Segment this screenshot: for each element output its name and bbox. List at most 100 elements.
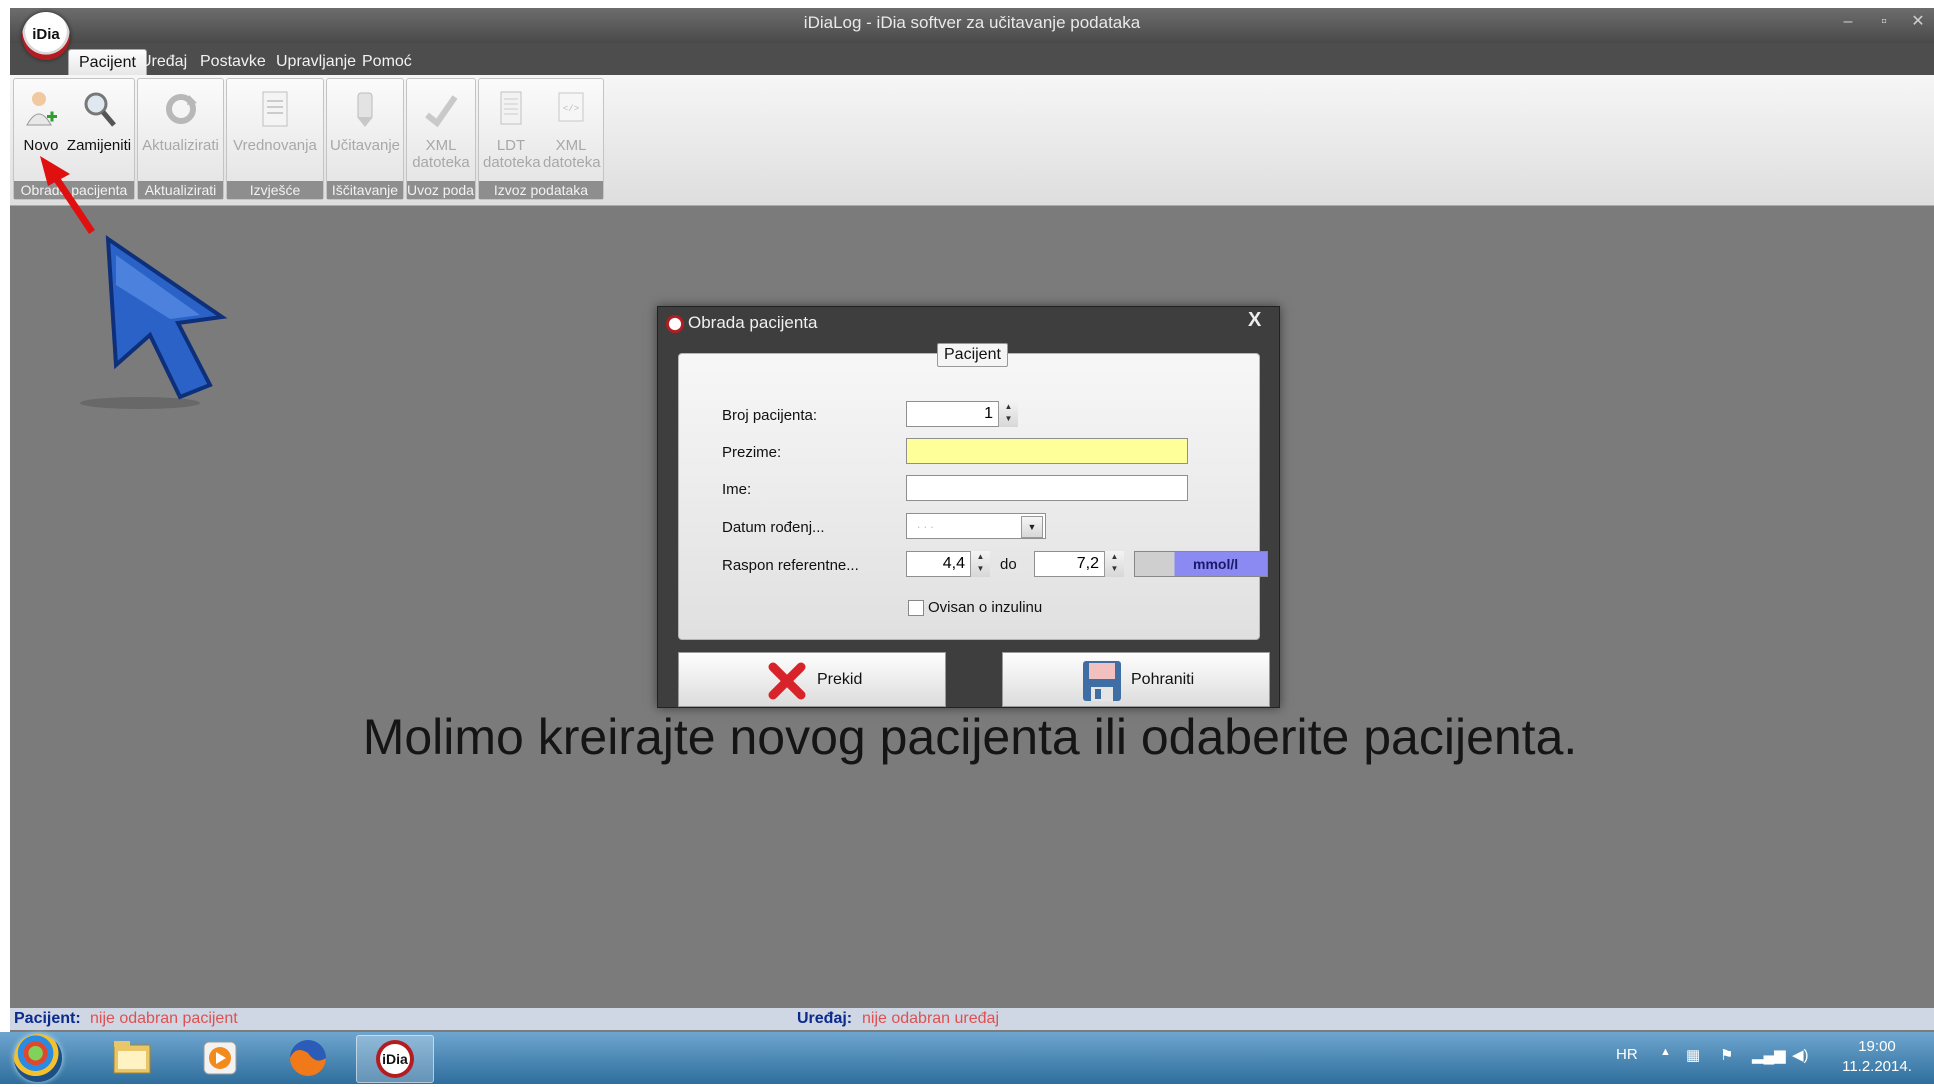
- xml-export-label: XML datoteka: [543, 137, 601, 171]
- cancel-button[interactable]: Prekid: [678, 652, 946, 707]
- replace-patient-button[interactable]: Zamijeniti: [66, 89, 132, 154]
- spin-down-icon[interactable]: ▼: [999, 413, 1018, 425]
- group-label-export: Izvoz podataka: [479, 181, 603, 199]
- evaluation-button[interactable]: Vrednovanja: [227, 89, 323, 154]
- read-button[interactable]: Učitavanje: [327, 89, 403, 154]
- range-from-value: 4,4: [942, 555, 965, 572]
- xml-import-label: XML datoteka: [412, 137, 470, 171]
- status-device-value: nije odabran uređaj: [862, 1010, 999, 1027]
- spin-up-icon[interactable]: ▲: [1105, 551, 1124, 563]
- group-label-read: Iščitavanje: [327, 181, 403, 199]
- show-hidden-icons-icon[interactable]: ▲: [1660, 1046, 1671, 1058]
- close-window-button[interactable]: ✕: [1900, 12, 1934, 34]
- ribbon-group-export: LDT datoteka </> XML datoteka Izvoz poda…: [478, 78, 604, 200]
- patient-number-spin[interactable]: ▲ ▼: [998, 401, 1018, 427]
- taskbar: iDia HR ▲ ▦ ⚑ ▂▄▆ ◀) 19:00 11.2.2014.: [0, 1032, 1934, 1084]
- unit-toggle[interactable]: mmol/l: [1134, 551, 1268, 577]
- red-pointer-arrow-icon: [40, 156, 95, 234]
- language-indicator[interactable]: HR: [1616, 1046, 1638, 1063]
- status-patient-value: nije odabran pacijent: [90, 1010, 238, 1027]
- range-from-spin[interactable]: ▲ ▼: [970, 551, 990, 577]
- report-icon: [262, 91, 288, 127]
- spin-down-icon[interactable]: ▼: [971, 563, 990, 575]
- insulin-checkbox[interactable]: [908, 600, 924, 616]
- name-label: Ime:: [722, 481, 752, 498]
- xml-import-button[interactable]: XML datoteka: [407, 89, 475, 171]
- minimize-button[interactable]: –: [1830, 12, 1866, 34]
- start-orb[interactable]: [14, 1034, 62, 1082]
- idia-app-icon[interactable]: iDia: [356, 1035, 434, 1083]
- ribbon-group-read: Učitavanje Iščitavanje: [326, 78, 404, 200]
- tab-uredaj[interactable]: Uređaj: [130, 49, 197, 75]
- save-button[interactable]: Pohraniti: [1002, 652, 1270, 707]
- ldt-export-button[interactable]: LDT datoteka: [481, 89, 541, 171]
- dialog-close-button[interactable]: X: [1248, 309, 1261, 332]
- xml-export-button[interactable]: </> XML datoteka: [541, 89, 601, 171]
- media-player-icon[interactable]: [188, 1035, 252, 1081]
- network-tray-icon[interactable]: ▦: [1686, 1046, 1700, 1064]
- svg-text:</>: </>: [563, 104, 579, 114]
- cancel-label: Prekid: [817, 671, 863, 688]
- clock-time[interactable]: 19:00: [1832, 1038, 1922, 1055]
- xml-import-icon: [425, 95, 458, 128]
- empty-state-message: Molimo kreirajte novog pacijenta ili oda…: [362, 709, 1578, 765]
- tab-pomoc[interactable]: Pomoć: [352, 49, 422, 75]
- maximize-button[interactable]: ▫: [1866, 12, 1902, 34]
- tab-patient-label[interactable]: Pacijent: [937, 343, 1008, 367]
- new-patient-button[interactable]: Novo: [18, 89, 64, 154]
- spin-up-icon[interactable]: ▲: [999, 401, 1018, 413]
- file-explorer-icon[interactable]: [100, 1035, 164, 1081]
- dialog-title: Obrada pacijenta: [688, 313, 818, 332]
- ribbon-group-refresh: Aktualizirati Aktualizirati: [137, 78, 224, 200]
- ribbon-group-report: Vrednovanja Izvješće: [226, 78, 324, 200]
- app-logo-text: iDia: [32, 26, 60, 43]
- ldt-export-label: LDT datoteka: [483, 137, 541, 171]
- dialog-app-icon: [666, 315, 684, 333]
- spin-down-icon[interactable]: ▼: [1105, 563, 1124, 575]
- patient-number-label: Broj pacijenta:: [722, 407, 818, 424]
- patient-dialog: Obrada pacijenta X Pacijent Broj pacijen…: [657, 306, 1280, 708]
- patient-number-stepper[interactable]: 1 ▲ ▼: [906, 401, 1018, 427]
- search-icon: [84, 92, 116, 127]
- range-to-spin[interactable]: ▲ ▼: [1104, 551, 1124, 577]
- reference-range-label: Raspon referentne...: [722, 557, 859, 574]
- menu-bar: Pacijent Uređaj Postavke Upravljanje Pom…: [10, 43, 1934, 76]
- ldt-export-icon: [500, 91, 522, 125]
- cursor-arrow-icon: [80, 235, 228, 409]
- range-to-stepper[interactable]: 7,2 ▲ ▼: [1034, 551, 1124, 577]
- spin-up-icon[interactable]: ▲: [971, 551, 990, 563]
- range-to-label: do: [1000, 556, 1017, 573]
- clock-date[interactable]: 11.2.2014.: [1832, 1058, 1922, 1075]
- group-label-refresh: Aktualizirati: [138, 181, 223, 199]
- surname-input[interactable]: [906, 438, 1188, 464]
- refresh-button[interactable]: Aktualizirati: [138, 89, 223, 154]
- new-patient-icon: [26, 92, 57, 126]
- tab-postavke[interactable]: Postavke: [190, 49, 276, 75]
- cancel-x-icon: [768, 662, 806, 700]
- group-label-import: Uvoz poda...: [407, 181, 475, 199]
- status-patient-label: Pacijent:: [14, 1010, 81, 1027]
- date-of-birth-value: . . .: [917, 517, 934, 531]
- status-device-label: Uređaj:: [797, 1010, 853, 1027]
- xml-export-icon: </>: [558, 92, 584, 122]
- ribbon: Novo Zamijeniti Obrada pacijenta Aktuali…: [10, 75, 1934, 206]
- app-logo-orb[interactable]: iDia: [22, 12, 70, 60]
- volume-icon[interactable]: ◀): [1792, 1046, 1809, 1064]
- refresh-label: Aktualizirati: [142, 137, 219, 154]
- action-center-flag-icon[interactable]: ⚑: [1720, 1046, 1733, 1064]
- range-to-value: 7,2: [1076, 555, 1099, 572]
- date-of-birth-picker[interactable]: . . . ▼: [906, 513, 1046, 539]
- evaluation-label: Vrednovanja: [233, 137, 317, 154]
- refresh-icon: [165, 94, 197, 124]
- patient-number-value: 1: [984, 405, 993, 422]
- range-from-stepper[interactable]: 4,4 ▲ ▼: [906, 551, 990, 577]
- save-label: Pohraniti: [1131, 671, 1195, 688]
- unit-label: mmol/l: [1193, 556, 1239, 572]
- signal-strength-icon[interactable]: ▂▄▆: [1752, 1046, 1786, 1064]
- name-input[interactable]: [906, 475, 1188, 501]
- chevron-down-icon[interactable]: ▼: [1021, 516, 1043, 538]
- insulin-label: Ovisan o inzulinu: [928, 599, 1043, 616]
- firefox-icon[interactable]: [276, 1035, 340, 1081]
- read-label: Učitavanje: [329, 137, 401, 154]
- read-device-icon: [357, 92, 373, 127]
